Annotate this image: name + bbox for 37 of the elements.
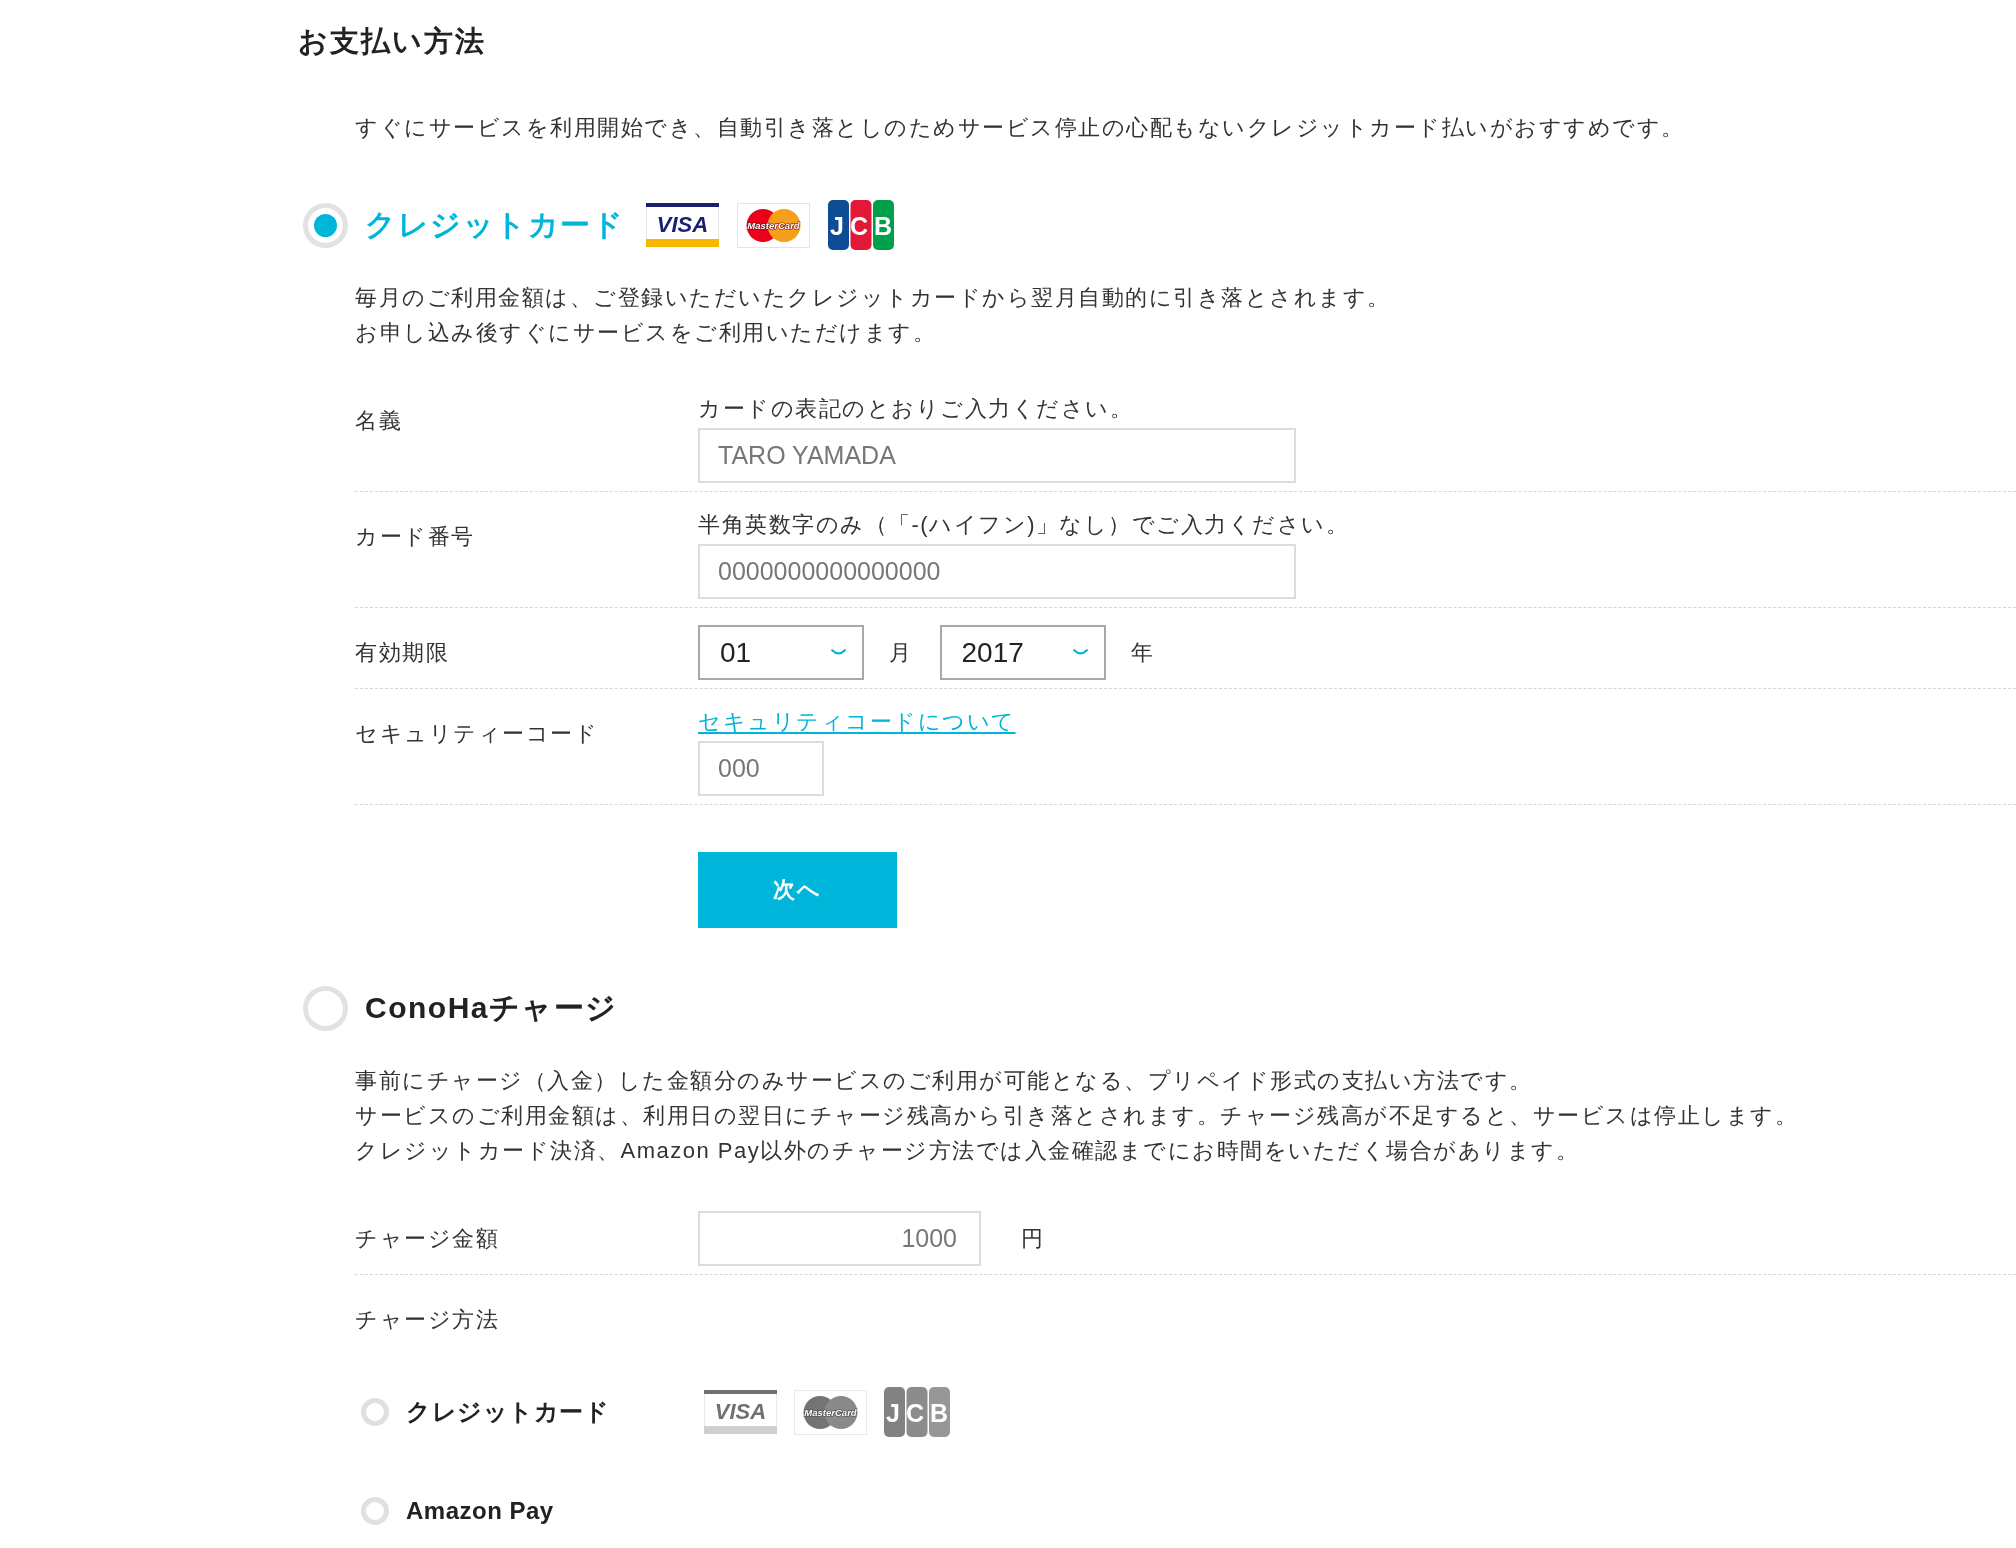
text-input[interactable]: TARO YAMADA <box>698 428 1296 483</box>
field-hint: カードの表記のとおりご入力ください。 <box>698 395 1134 423</box>
intro-text: すぐにサービスを利用開始でき、自動引き落としのためサービス停止の心配もないクレジットカード払いがおすすめです。 <box>355 114 1686 142</box>
text-input[interactable]: 0000000000000000 <box>698 544 1296 599</box>
description-text: 毎月のご利用金額は、ご登録いただいたクレジットカードから翌月自動的に引き落とされます。 <box>355 284 1392 312</box>
dropdown[interactable]: 2017 <box>939 625 1106 680</box>
radio-button[interactable] <box>361 1497 389 1525</box>
description-text: クレジットカード決済、Amazon Pay以外のチャージ方法では入金確認までにお時間をいただく場合があります。 <box>355 1137 1581 1165</box>
radio-button[interactable] <box>303 985 348 1031</box>
field-label: チャージ金額 <box>355 1225 500 1253</box>
radio-button[interactable] <box>361 1398 389 1426</box>
description-text: 事前にチャージ（入金）した金額分のみサービスのご利用が可能となる、プリペイド形式の支払い方法です。 <box>355 1067 1534 1095</box>
field-hint: 半角英数字のみ（「-(ハイフン)」なし）でご入力ください。 <box>698 511 1351 539</box>
unit-label: 月 <box>889 638 913 667</box>
description-text: お申し込み後すぐにサービスをご利用いただけます。 <box>355 319 937 347</box>
radio-button[interactable] <box>303 202 348 248</box>
unit-label: 年 <box>1130 638 1154 667</box>
payment-method-title: クレジットカード <box>365 206 624 243</box>
chevron-down-icon <box>1072 649 1088 656</box>
chevron-down-icon <box>831 649 846 656</box>
field-label: 名義 <box>355 407 403 435</box>
field-label: カード番号 <box>355 523 476 551</box>
field-label: セキュリティーコード <box>355 720 599 748</box>
text-input[interactable]: 1000 <box>698 1211 981 1266</box>
visa-logo: VISA <box>704 1390 777 1434</box>
payment-method-title: ConoHaチャージ <box>365 989 618 1026</box>
unit-label: 円 <box>1021 1224 1045 1253</box>
dropdown[interactable]: 01 <box>698 625 864 680</box>
charge-method-label: チャージ方法 <box>355 1306 500 1334</box>
description-text: サービスのご利用金額は、利用日の翌日にチャージ残高から引き落とされます。チャージ残高が不足すると、サービスは停止します。 <box>355 1102 1799 1130</box>
field-label: 有効期限 <box>355 639 450 667</box>
option-label: Amazon Pay <box>406 1497 554 1525</box>
option-label: クレジットカード <box>406 1397 609 1427</box>
visa-logo: VISA <box>646 203 719 247</box>
text-input[interactable]: 000 <box>698 741 824 796</box>
mastercard-logo: MasterCard <box>794 1389 867 1435</box>
page-title: お支払い方法 <box>298 24 487 59</box>
